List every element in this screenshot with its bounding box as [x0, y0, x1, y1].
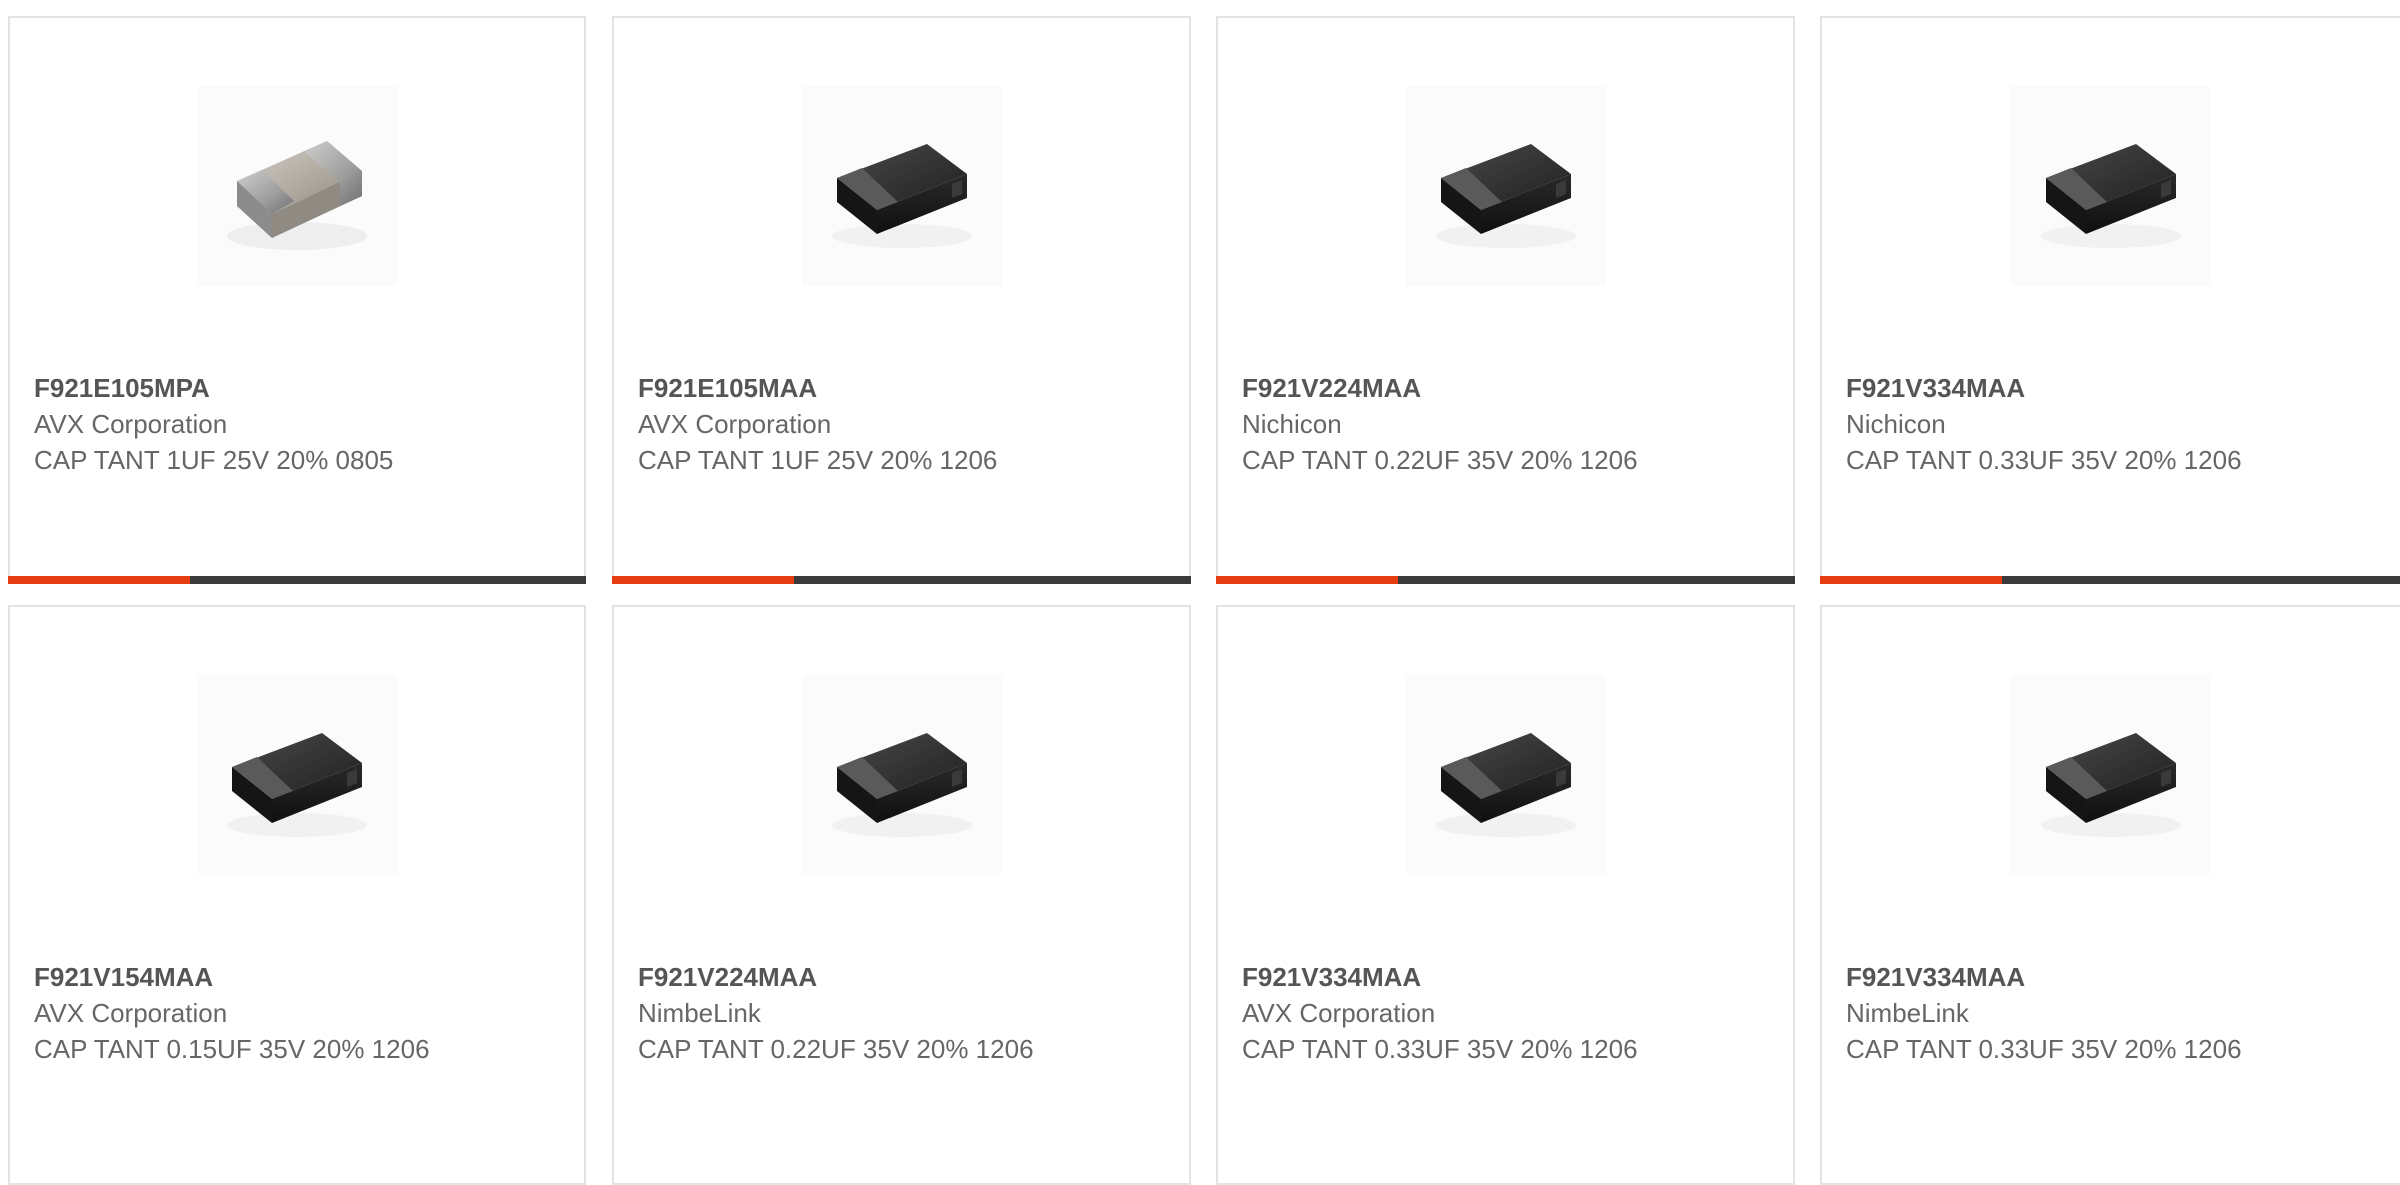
- product-info: F921V224MAA Nichicon CAP TANT 0.22UF 35V…: [1242, 370, 1769, 478]
- description-text: CAP TANT 0.33UF 35V 20% 1206: [1846, 445, 2242, 475]
- tantalum-capacitor-icon: [1405, 86, 1606, 286]
- description-text: CAP TANT 0.22UF 35V 20% 1206: [1242, 445, 1638, 475]
- product-card[interactable]: F921E105MAA AVX Corporation CAP TANT 1UF…: [612, 16, 1191, 584]
- card-bottom-bar: [1820, 576, 2400, 584]
- ceramic-chip-capacitor-icon: [197, 86, 397, 286]
- product-info: F921V224MAA NimbeLink CAP TANT 0.22UF 35…: [638, 959, 1165, 1067]
- card-accent-bar: [612, 576, 794, 584]
- card-bottom-bar: [1216, 576, 1795, 584]
- description-text: CAP TANT 0.33UF 35V 20% 1206: [1242, 1034, 1638, 1064]
- part-number-link[interactable]: F921E105MAA: [638, 370, 1165, 406]
- card-bottom-bar: [8, 576, 586, 584]
- product-info: F921V334MAA AVX Corporation CAP TANT 0.3…: [1242, 959, 1769, 1067]
- tantalum-capacitor-icon: [2011, 86, 2211, 286]
- product-info: F921V334MAA Nichicon CAP TANT 0.33UF 35V…: [1846, 370, 2376, 478]
- manufacturer-label: NimbeLink: [1846, 998, 1969, 1028]
- product-card[interactable]: F921V154MAA AVX Corporation CAP TANT 0.1…: [8, 605, 586, 1185]
- part-number-link[interactable]: F921V334MAA: [1846, 959, 2376, 995]
- part-number-link[interactable]: F921E105MPA: [34, 370, 560, 406]
- product-card[interactable]: F921V334MAA AVX Corporation CAP TANT 0.3…: [1216, 605, 1795, 1185]
- card-bottom-bar: [612, 576, 1191, 584]
- product-info: F921V154MAA AVX Corporation CAP TANT 0.1…: [34, 959, 560, 1067]
- part-number-link[interactable]: F921V334MAA: [1242, 959, 1769, 995]
- manufacturer-label: NimbeLink: [638, 998, 761, 1028]
- part-number-link[interactable]: F921V224MAA: [638, 959, 1165, 995]
- tantalum-capacitor-icon: [2011, 675, 2211, 875]
- part-number-link[interactable]: F921V334MAA: [1846, 370, 2376, 406]
- product-grid: F921E105MPA AVX Corporation CAP TANT 1UF…: [0, 0, 2400, 1185]
- card-accent-bar: [8, 576, 190, 584]
- description-text: CAP TANT 1UF 25V 20% 1206: [638, 445, 998, 475]
- tantalum-capacitor-icon: [801, 86, 1002, 286]
- product-info: F921V334MAA NimbeLink CAP TANT 0.33UF 35…: [1846, 959, 2376, 1067]
- manufacturer-label: AVX Corporation: [638, 409, 832, 439]
- product-card[interactable]: F921V334MAA NimbeLink CAP TANT 0.33UF 35…: [1820, 605, 2400, 1185]
- card-accent-bar: [1820, 576, 2002, 584]
- product-card[interactable]: F921V334MAA Nichicon CAP TANT 0.33UF 35V…: [1820, 16, 2400, 584]
- product-info: F921E105MAA AVX Corporation CAP TANT 1UF…: [638, 370, 1165, 478]
- tantalum-capacitor-icon: [1405, 675, 1606, 875]
- manufacturer-label: Nichicon: [1846, 409, 1946, 439]
- product-card[interactable]: F921E105MPA AVX Corporation CAP TANT 1UF…: [8, 16, 586, 584]
- description-text: CAP TANT 0.15UF 35V 20% 1206: [34, 1034, 430, 1064]
- manufacturer-label: AVX Corporation: [1242, 998, 1436, 1028]
- manufacturer-label: Nichicon: [1242, 409, 1342, 439]
- manufacturer-label: AVX Corporation: [34, 998, 228, 1028]
- product-card[interactable]: F921V224MAA NimbeLink CAP TANT 0.22UF 35…: [612, 605, 1191, 1185]
- part-number-link[interactable]: F921V154MAA: [34, 959, 560, 995]
- card-accent-bar: [1216, 576, 1398, 584]
- description-text: CAP TANT 1UF 25V 20% 0805: [34, 445, 394, 475]
- part-number-link[interactable]: F921V224MAA: [1242, 370, 1769, 406]
- tantalum-capacitor-icon: [197, 675, 397, 875]
- product-card[interactable]: F921V224MAA Nichicon CAP TANT 0.22UF 35V…: [1216, 16, 1795, 584]
- description-text: CAP TANT 0.22UF 35V 20% 1206: [638, 1034, 1034, 1064]
- description-text: CAP TANT 0.33UF 35V 20% 1206: [1846, 1034, 2242, 1064]
- product-info: F921E105MPA AVX Corporation CAP TANT 1UF…: [34, 370, 560, 478]
- manufacturer-label: AVX Corporation: [34, 409, 228, 439]
- tantalum-capacitor-icon: [801, 675, 1002, 875]
